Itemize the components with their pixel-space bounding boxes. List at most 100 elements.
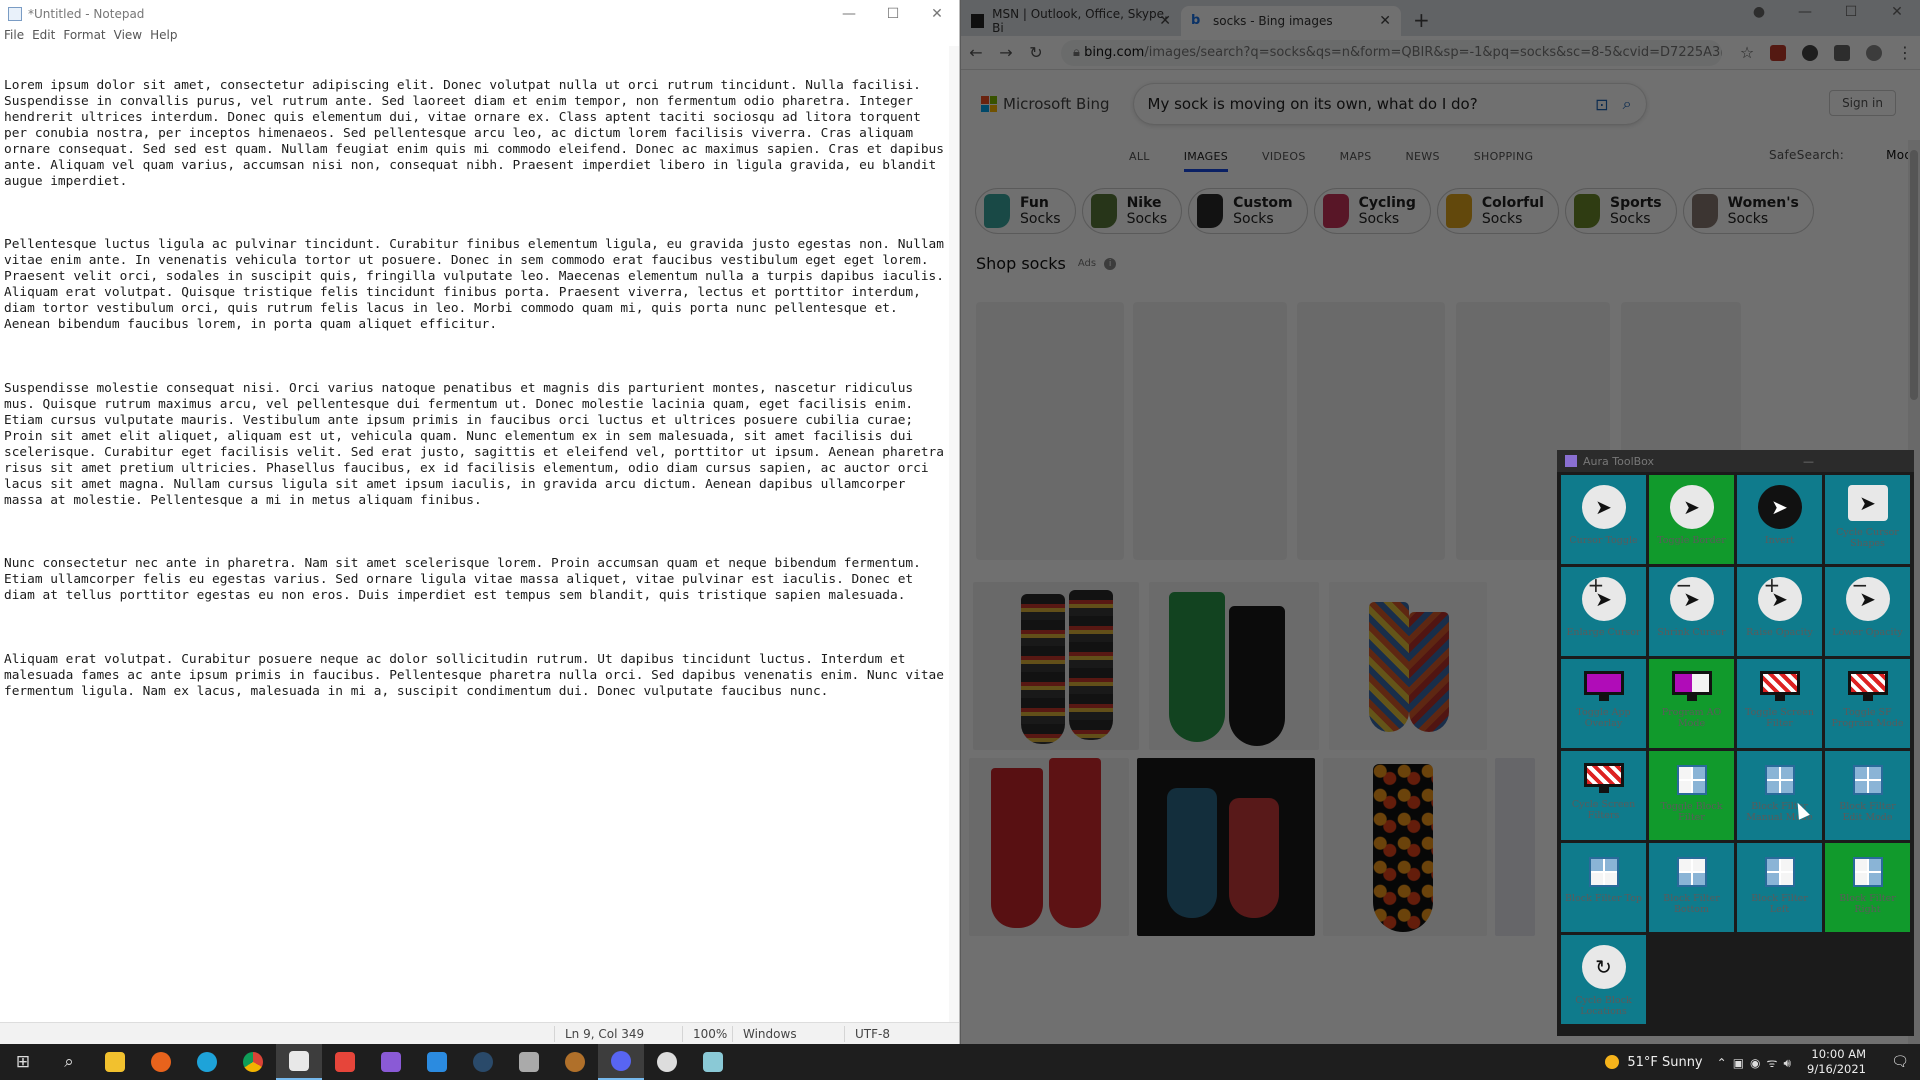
maximize-icon[interactable]: ☐: [1828, 0, 1874, 24]
forward-icon[interactable]: →: [991, 43, 1021, 62]
extension-icon[interactable]: [1802, 44, 1818, 61]
tab-all[interactable]: ALL: [1129, 150, 1150, 163]
edge-icon[interactable]: [184, 1044, 230, 1080]
visual-studio-icon[interactable]: [368, 1044, 414, 1080]
notepad-taskbar-icon[interactable]: [276, 1044, 322, 1080]
toolbox-button-program-ao-mode[interactable]: Program AO Mode: [1649, 659, 1734, 748]
address-bar[interactable]: 🔒︎ bing.com/images/search?q=socks&qs=n&f…: [1061, 39, 1722, 66]
related-search-chip[interactable]: Colorful Socks: [1436, 188, 1559, 234]
minimize-icon[interactable]: —: [1803, 455, 1814, 468]
app-icon[interactable]: [644, 1044, 690, 1080]
menu-edit[interactable]: Edit: [32, 28, 55, 46]
related-search-chip[interactable]: Cycling Socks: [1313, 188, 1431, 234]
toolbox-button-toggle-border[interactable]: ➤ Toggle Border: [1649, 475, 1734, 564]
close-icon[interactable]: ✕: [915, 0, 959, 28]
shop-card[interactable]: [1297, 302, 1445, 560]
tab-bing-images[interactable]: b socks - Bing images ✕: [1181, 6, 1401, 36]
image-result[interactable]: [1137, 758, 1315, 936]
toolbox-button-cycle-block-locations[interactable]: ↻ Cycle Block Locations: [1561, 935, 1646, 1024]
toolbox-button-toggle-block-filter[interactable]: Toggle Block Filter: [1649, 751, 1734, 840]
back-icon[interactable]: ←: [961, 43, 991, 62]
image-result[interactable]: [973, 582, 1139, 750]
tab-news[interactable]: NEWS: [1406, 150, 1440, 163]
toolbox-button-block-filter-edit-mode[interactable]: Block Filter Edit Mode: [1825, 751, 1910, 840]
toolbox-button-toggle-screen-filter[interactable]: Toggle Screen Filter: [1737, 659, 1822, 748]
related-search-chip[interactable]: Custom Socks: [1188, 188, 1308, 234]
bing-brand[interactable]: Microsoft Bing: [1003, 95, 1110, 113]
extension-icon[interactable]: [1770, 44, 1786, 61]
search-input[interactable]: My sock is moving on its own, what do I …: [1134, 84, 1646, 124]
minimize-icon[interactable]: —: [827, 0, 871, 28]
toolbox-button-block-filter-bottom[interactable]: Block Filter Bottom: [1649, 843, 1734, 932]
toolbox-button-cycle-cursor-shapes[interactable]: ➤ Cycle Cursor Shapes: [1825, 475, 1910, 564]
tray-icons[interactable]: ⌃▣◉ᯤ🔊︎: [1717, 1054, 1797, 1071]
tab-maps[interactable]: MAPS: [1340, 150, 1372, 163]
toolbox-button-invert[interactable]: ➤ Invert: [1737, 475, 1822, 564]
search-icon[interactable]: ⌕: [46, 1044, 92, 1080]
toolbox-button-toggle-sf-program-mode[interactable]: Toggle SF Program Mode: [1825, 659, 1910, 748]
app-icon[interactable]: [690, 1044, 736, 1080]
notepad-scrollbar[interactable]: [949, 46, 959, 1022]
menu-kebab-icon[interactable]: ⋮: [1890, 43, 1920, 62]
app-icon[interactable]: [552, 1044, 598, 1080]
safesearch-control[interactable]: SafeSearch: Mode: [1769, 148, 1920, 162]
related-search-chip[interactable]: Nike Socks: [1081, 188, 1183, 234]
toolbox-button-raise-opacity[interactable]: + ➤ Raise Opacity: [1737, 567, 1822, 656]
tab-shopping[interactable]: SHOPPING: [1474, 150, 1534, 163]
notepad-titlebar[interactable]: *Untitled - Notepad: [0, 0, 959, 28]
tab-videos[interactable]: VIDEOS: [1262, 150, 1306, 163]
visual-search-icon[interactable]: ⊡: [1595, 95, 1608, 114]
tab-close-icon[interactable]: ✕: [1159, 13, 1171, 29]
start-icon[interactable]: ⊞: [0, 1044, 46, 1080]
close-icon[interactable]: ✕: [1874, 0, 1920, 24]
info-icon[interactable]: i: [1104, 257, 1117, 270]
firefox-icon[interactable]: [138, 1044, 184, 1080]
search-icon[interactable]: ⌕: [1623, 94, 1632, 114]
avatar[interactable]: [1866, 44, 1882, 61]
toolbox-titlebar[interactable]: Aura ToolBox —: [1557, 450, 1914, 472]
related-search-chip[interactable]: Fun Socks: [975, 188, 1076, 234]
toolbox-button-block-filter-manual-mode[interactable]: Block Filter Manual Mode: [1737, 751, 1822, 840]
toolbox-button-cursor-toggle[interactable]: ➤ Cursor Toggle: [1561, 475, 1646, 564]
maximize-icon[interactable]: ☐: [871, 0, 915, 28]
toolbox-button-cycle-screen-filters[interactable]: Cycle Screen Filters: [1561, 751, 1646, 840]
new-tab-icon[interactable]: +: [1413, 8, 1430, 32]
clock[interactable]: 10:00 AM 9/16/2021: [1807, 1047, 1866, 1077]
toolbox-button-enlarge-cursor[interactable]: + ➤ Enlarge Cursor: [1561, 567, 1646, 656]
toolbox-button-block-filter-left[interactable]: Block Filter Left: [1737, 843, 1822, 932]
star-icon[interactable]: ☆: [1732, 43, 1762, 62]
tab-msn[interactable]: MSN | Outlook, Office, Skype, Bi ✕: [961, 6, 1181, 36]
image-result[interactable]: [1329, 582, 1487, 750]
microsoft-logo-icon[interactable]: [981, 96, 997, 112]
image-result[interactable]: [969, 758, 1129, 936]
related-search-chip[interactable]: Women's Socks: [1682, 188, 1814, 234]
menu-view[interactable]: View: [114, 28, 142, 46]
image-result[interactable]: [1149, 582, 1319, 750]
shop-card[interactable]: [976, 302, 1124, 560]
sign-in-button[interactable]: Sign in: [1829, 90, 1896, 116]
image-result[interactable]: [1495, 758, 1535, 936]
weather-widget[interactable]: 51°F Sunny: [1605, 1055, 1703, 1070]
menu-file[interactable]: File: [4, 28, 24, 46]
vscode-icon[interactable]: [414, 1044, 460, 1080]
related-search-chip[interactable]: Sports Socks: [1564, 188, 1677, 234]
extensions-puzzle-icon[interactable]: [1834, 44, 1850, 61]
shop-card[interactable]: [1133, 302, 1287, 560]
notepad-text-area[interactable]: Lorem ipsum dolor sit amet, consectetur …: [0, 46, 948, 1022]
toolbox-button-block-filter-top[interactable]: Block Filter Top: [1561, 843, 1646, 932]
app-icon[interactable]: [322, 1044, 368, 1080]
profile-icon[interactable]: ●: [1736, 0, 1782, 24]
file-explorer-icon[interactable]: [92, 1044, 138, 1080]
toolbox-button-toggle-app-overlay[interactable]: Toggle App Overlay: [1561, 659, 1646, 748]
toolbox-button-shrink-cursor[interactable]: − ➤ Shrink Cursor: [1649, 567, 1734, 656]
toolbox-button-block-filter-right[interactable]: Block Filter Right: [1825, 843, 1910, 932]
minimize-icon[interactable]: —: [1782, 0, 1828, 24]
discord-icon[interactable]: [598, 1044, 644, 1080]
menu-help[interactable]: Help: [150, 28, 177, 46]
toolbox-button-lower-opacity[interactable]: − ➤ Lower Opacity: [1825, 567, 1910, 656]
steam-icon[interactable]: [460, 1044, 506, 1080]
menu-format[interactable]: Format: [63, 28, 105, 46]
chrome-icon[interactable]: [230, 1044, 276, 1080]
tab-close-icon[interactable]: ✕: [1379, 13, 1391, 29]
reload-icon[interactable]: ↻: [1021, 43, 1051, 62]
